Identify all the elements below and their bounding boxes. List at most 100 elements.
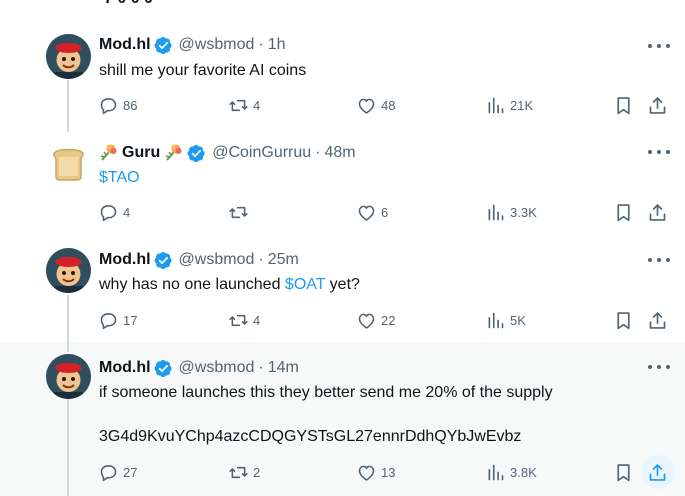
timestamp[interactable]: 14m [268,359,299,377]
flower-emoji-icon [164,143,184,163]
tweet-text: why has no one launched $OAT yet? [99,274,360,296]
reply-icon [98,462,119,483]
reply-count: 4 [123,204,131,220]
share-button[interactable] [647,201,668,223]
thread-line [67,80,69,132]
views-button[interactable]: 3.8K [485,461,537,483]
separator: · [258,36,264,53]
tweet-text-address: 3G4d9KvuYChp4azcCDQGYSTsGL27ennrDdhQYbJw… [99,428,522,445]
tweet-1[interactable]: Mod.hl @wsbmod · 1h shill me your favori… [0,22,685,132]
author-handle[interactable]: @CoinGurruu [212,144,311,162]
author-name[interactable]: Mod.hl [99,359,151,377]
bookmark-button[interactable] [613,94,634,116]
avatar[interactable] [46,248,91,293]
verified-badge-icon [154,251,173,270]
reply-count: 17 [123,312,138,328]
views-count: 3.8K [510,464,537,480]
views-icon [485,95,506,116]
author-name[interactable]: Guru [122,144,160,162]
thread-line [67,342,69,352]
retweet-button[interactable]: 2 [228,461,260,483]
avatar[interactable] [46,140,91,185]
like-button[interactable]: 22 [356,309,395,331]
reply-button[interactable]: 27 [98,461,137,483]
views-icon [485,202,506,223]
retweet-button[interactable]: 4 [228,94,260,116]
like-count: 48 [381,97,396,113]
reply-button[interactable]: 4 [98,201,130,223]
retweet-count: 4 [253,312,261,328]
more-icon[interactable] [648,361,670,373]
tweet-text-before: why has no one launched [99,276,285,293]
retweet-count: 2 [253,464,261,480]
tweet-4[interactable]: Mod.hl @wsbmod · 14m if someone launches… [0,342,685,496]
like-icon [356,310,377,331]
bookmark-button[interactable] [613,461,634,483]
reply-button[interactable]: 17 [98,309,137,331]
tweet-text: shill me your favorite AI coins [99,62,307,79]
more-icon[interactable] [648,146,670,158]
avatar[interactable] [46,34,91,79]
timestamp[interactable]: 25m [268,251,299,269]
author-name[interactable]: Mod.hl [99,251,151,269]
like-icon [356,462,377,483]
like-icon [356,202,377,223]
more-icon[interactable] [648,40,670,52]
author-name[interactable]: Mod.hl [99,36,151,54]
views-icon [485,310,506,331]
cashtag-link[interactable]: $TAO [99,167,140,189]
verified-badge-icon [154,359,173,378]
reply-button[interactable]: 86 [98,94,137,116]
timestamp[interactable]: 48m [325,144,356,162]
share-button[interactable] [647,309,668,331]
views-button[interactable]: 5K [485,309,526,331]
separator: · [258,359,264,376]
bookmark-icon [613,462,634,483]
views-count: 3.3K [510,204,537,220]
share-icon [647,95,668,116]
author-handle[interactable]: @wsbmod [179,359,255,377]
reply-count: 27 [123,464,138,480]
more-icon[interactable] [648,254,670,266]
share-icon [647,202,668,223]
like-count: 6 [381,204,389,220]
views-count: 21K [510,97,534,113]
retweet-count: 4 [253,97,261,113]
tweet-3[interactable]: Mod.hl @wsbmod · 25m why has no one laun… [0,238,685,342]
cashtag-link[interactable]: $OAT [285,276,325,293]
author-handle[interactable]: @wsbmod [179,251,255,269]
like-button[interactable]: 13 [356,461,395,483]
bookmark-button[interactable] [613,201,634,223]
retweet-button[interactable] [228,201,253,223]
reply-icon [98,310,119,331]
verified-badge-icon [154,36,173,55]
retweet-icon [228,310,249,331]
views-button[interactable]: 3.3K [485,201,537,223]
retweet-icon [228,95,249,116]
tweet-2[interactable]: Guru @CoinGurruu · 48m $TAO 4 6 3.3K [0,132,685,238]
bookmark-button[interactable] [613,309,634,331]
retweet-icon [228,462,249,483]
reply-icon [98,202,119,223]
views-icon [485,462,506,483]
separator: · [258,251,264,268]
bookmark-icon [613,202,634,223]
retweet-icon [228,202,249,223]
like-button[interactable]: 48 [356,94,395,116]
views-button[interactable]: 21K [485,94,533,116]
share-button[interactable] [647,461,668,483]
flower-emoji-icon [99,143,119,163]
thread-line [67,398,69,496]
views-count: 5K [510,312,526,328]
share-button[interactable] [647,94,668,116]
avatar[interactable] [46,354,91,399]
share-icon [647,310,668,331]
retweet-button[interactable]: 4 [228,309,260,331]
like-count: 13 [381,464,396,480]
author-handle[interactable]: @wsbmod [179,36,255,54]
share-icon [647,462,668,483]
tweet-text-after: yet? [325,276,360,293]
timestamp[interactable]: 1h [268,36,286,54]
bookmark-icon [613,310,634,331]
like-button[interactable]: 6 [356,201,388,223]
